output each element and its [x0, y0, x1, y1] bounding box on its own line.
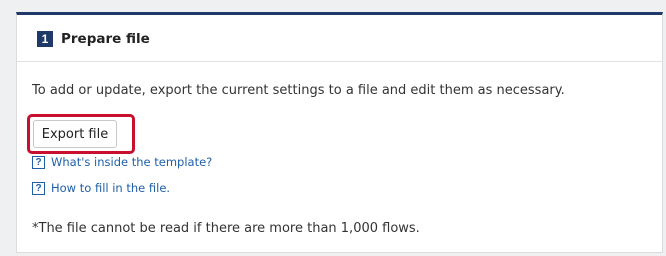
step-number-badge: 1 [37, 31, 53, 47]
template-contents-link-label[interactable]: What's inside the template? [51, 154, 212, 170]
fill-in-file-link-label[interactable]: How to fill in the file. [51, 180, 170, 196]
panel-header: 1 Prepare file [17, 15, 662, 62]
template-contents-link[interactable]: ? What's inside the template? [32, 154, 212, 170]
help-icon: ? [32, 181, 45, 195]
instructions-text: To add or update, export the current set… [32, 83, 565, 98]
flow-limit-note: *The file cannot be read if there are mo… [32, 221, 420, 236]
prepare-file-panel: 1 Prepare file To add or update, export … [16, 12, 663, 253]
fill-in-file-link[interactable]: ? How to fill in the file. [32, 180, 170, 196]
export-file-button[interactable]: Export file [33, 120, 117, 148]
help-icon: ? [32, 155, 45, 169]
section-title: Prepare file [61, 31, 150, 47]
